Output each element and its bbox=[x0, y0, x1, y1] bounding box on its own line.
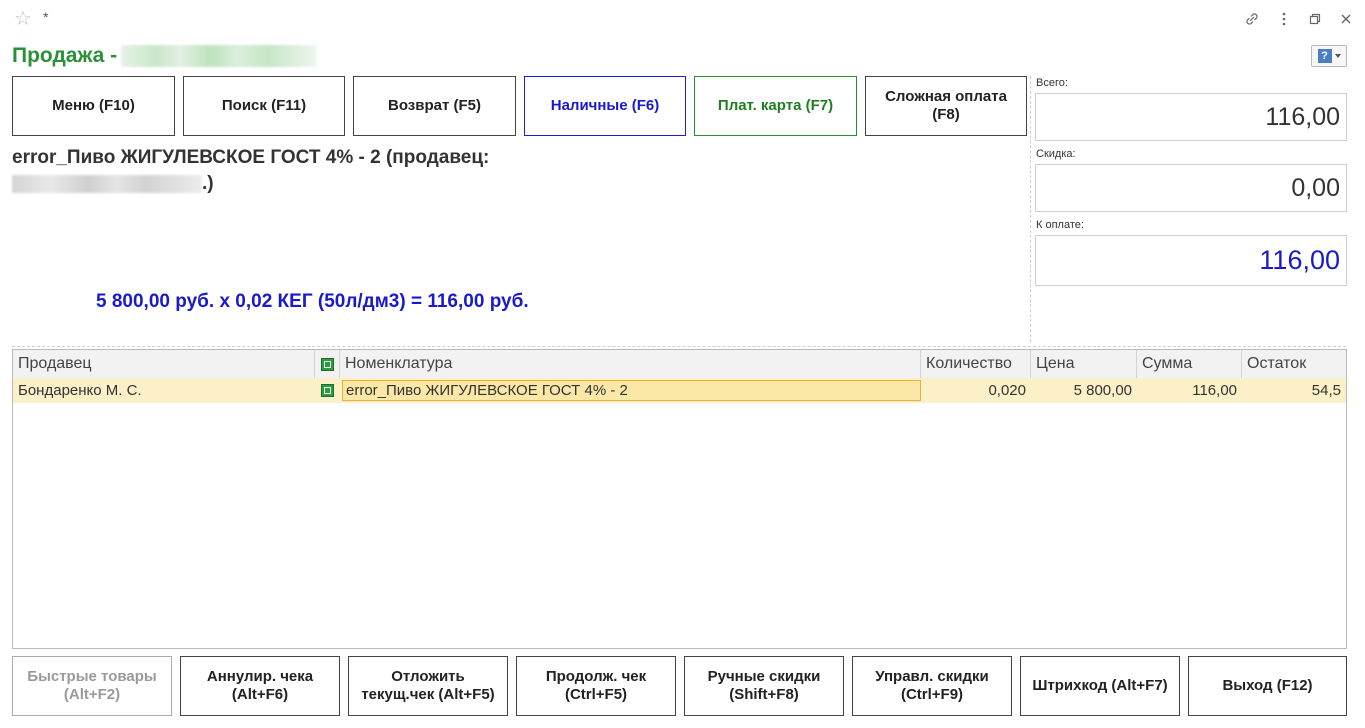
product-name: error_Пиво ЖИГУЛЕВСКОЕ ГОСТ 4% - 2 (прод… bbox=[12, 147, 490, 168]
cell-sum[interactable]: 116,00 bbox=[1137, 378, 1242, 403]
page-title: Продажа - bbox=[12, 44, 317, 68]
card-payment-button[interactable]: Плат. карта (F7) bbox=[694, 76, 857, 136]
quick-goods-button[interactable]: Быстрые товары (Alt+F2) bbox=[12, 656, 172, 716]
redacted-store-name bbox=[121, 45, 317, 68]
current-product-description: error_Пиво ЖИГУЛЕВСКОЕ ГОСТ 4% - 2 (прод… bbox=[12, 145, 632, 197]
price-formula: 5 800,00 руб. х 0,02 КЕГ (50л/дм3) = 116… bbox=[96, 291, 529, 312]
discount-field: 0,00 bbox=[1035, 164, 1347, 212]
table-header: Продавец Номенклатура Количество Цена Су… bbox=[13, 350, 1346, 379]
table-row[interactable]: Бондаренко М. С. error_Пиво ЖИГУЛЕВСКОЕ … bbox=[13, 378, 1346, 403]
search-button[interactable]: Поиск (F11) bbox=[183, 76, 345, 136]
return-button[interactable]: Возврат (F5) bbox=[353, 76, 516, 136]
chevron-down-icon bbox=[1334, 54, 1341, 58]
cell-item-focus[interactable]: error_Пиво ЖИГУЛЕВСКОЕ ГОСТ 4% - 2 bbox=[342, 380, 921, 401]
column-header-qty[interactable]: Количество bbox=[921, 350, 1031, 378]
redacted-seller-name bbox=[12, 174, 202, 193]
column-header-rest[interactable]: Остаток bbox=[1242, 350, 1346, 378]
cell-rest[interactable]: 54,5 bbox=[1242, 378, 1346, 403]
manual-discounts-button[interactable]: Ручные скидки (Shift+F8) bbox=[684, 656, 844, 716]
close-icon[interactable] bbox=[1337, 10, 1355, 28]
total-label: Всего: bbox=[1036, 77, 1068, 89]
to-pay-field: 116,00 bbox=[1035, 235, 1347, 286]
help-button[interactable]: ? bbox=[1311, 45, 1347, 67]
barcode-button[interactable]: Штрихкод (Alt+F7) bbox=[1020, 656, 1180, 716]
cell-qty[interactable]: 0,020 bbox=[921, 378, 1031, 403]
manage-discounts-button[interactable]: Управл. скидки (Ctrl+F9) bbox=[852, 656, 1012, 716]
column-header-mark[interactable] bbox=[315, 350, 340, 378]
marking-icon bbox=[320, 357, 334, 371]
receipt-table[interactable]: Продавец Номенклатура Количество Цена Су… bbox=[12, 349, 1347, 649]
exit-button[interactable]: Выход (F12) bbox=[1188, 656, 1347, 716]
cell-mark[interactable] bbox=[315, 378, 340, 403]
column-header-sum[interactable]: Сумма bbox=[1137, 350, 1242, 378]
column-header-seller[interactable]: Продавец bbox=[13, 350, 315, 378]
product-seller-tail: .) bbox=[202, 173, 214, 194]
marking-icon bbox=[321, 384, 334, 397]
favorite-star-icon[interactable]: ☆ bbox=[14, 9, 32, 29]
menu-button[interactable]: Меню (F10) bbox=[12, 76, 175, 136]
cell-seller[interactable]: Бондаренко М. С. bbox=[13, 378, 315, 403]
continue-receipt-button[interactable]: Продолж. чек (Ctrl+F5) bbox=[516, 656, 676, 716]
restore-window-icon[interactable] bbox=[1306, 10, 1324, 28]
postpone-receipt-button[interactable]: Отложить текущ.чек (Alt+F5) bbox=[348, 656, 508, 716]
column-header-price[interactable]: Цена bbox=[1031, 350, 1137, 378]
cash-payment-button[interactable]: Наличные (F6) bbox=[524, 76, 686, 136]
cancel-receipt-button[interactable]: Аннулир. чека (Alt+F6) bbox=[180, 656, 340, 716]
link-icon[interactable] bbox=[1243, 10, 1261, 28]
modified-indicator: * bbox=[43, 9, 49, 25]
cell-price[interactable]: 5 800,00 bbox=[1031, 378, 1137, 403]
complex-payment-button[interactable]: Сложная оплата (F8) bbox=[865, 76, 1027, 136]
page-title-text: Продажа - bbox=[12, 44, 118, 67]
more-vertical-icon[interactable] bbox=[1275, 10, 1293, 28]
discount-label: Скидка: bbox=[1036, 148, 1076, 160]
section-divider bbox=[12, 346, 1346, 347]
to-pay-label: К оплате: bbox=[1036, 219, 1084, 231]
total-field: 116,00 bbox=[1035, 93, 1347, 141]
help-icon: ? bbox=[1317, 49, 1332, 63]
column-header-item[interactable]: Номенклатура bbox=[340, 350, 921, 378]
cell-item[interactable]: error_Пиво ЖИГУЛЕВСКОЕ ГОСТ 4% - 2 bbox=[340, 378, 921, 403]
totals-divider bbox=[1030, 76, 1031, 342]
